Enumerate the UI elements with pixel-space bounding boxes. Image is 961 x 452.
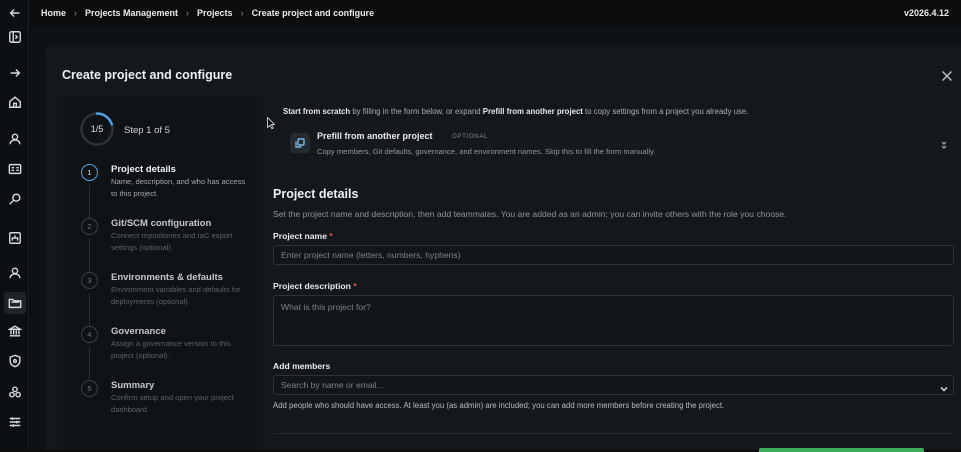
shield-icon[interactable] [7,353,23,369]
step-number: 4 [81,326,98,343]
progress-step-text: Step 1 of 5 [124,125,170,136]
form-content: Start from scratch by filling in the for… [273,97,961,450]
required-mark: * [353,281,356,291]
forward-icon[interactable] [7,65,23,81]
create-project-modal: Create project and configure 1/5 Step 1 … [45,45,961,450]
add-members-label: Add members [273,361,330,371]
step-description: Environment variables and defaults for d… [111,284,251,308]
required-mark: * [329,231,332,241]
stepper-panel: 1/5 Step 1 of 5 1 Project details Name, … [63,97,257,450]
step-description: Name, description, and who has access to… [111,176,251,200]
prefill-subtitle: Copy members, Git defaults, governance, … [317,147,655,156]
step-title: Git/SCM configuration [111,218,211,229]
breadcrumb-home[interactable]: Home [41,8,66,18]
step-title: Summary [111,380,154,391]
version-label: v2026.4.12 [904,8,949,18]
step-title: Governance [111,326,166,337]
breadcrumb-projects[interactable]: Projects [197,8,233,18]
label-text: Add members [273,361,330,371]
project-description-label: Project description * [273,281,357,291]
intro-prefill: Prefill from another project [483,107,583,116]
step-connector [89,347,90,381]
label-text: Project name [273,231,327,241]
project-name-label: Project name * [273,231,333,241]
back-icon[interactable] [7,5,23,21]
folders-icon[interactable] [4,292,26,314]
prefill-panel[interactable]: Prefill from another project OPTIONAL Co… [283,124,955,162]
chevron-right-icon: › [241,8,244,18]
step-number: 5 [81,380,98,397]
sliders-icon[interactable] [7,414,23,430]
modal-title: Create project and configure [62,68,232,82]
panel-toggle-icon[interactable] [7,29,23,45]
step-description: Assign a governance version to this proj… [111,338,251,362]
breadcrumb-projects-management[interactable]: Projects Management [85,8,178,18]
close-icon[interactable] [941,69,953,81]
step-title: Environments & defaults [111,272,223,283]
project-description-textarea[interactable] [273,295,954,346]
home-icon[interactable] [7,94,23,110]
bank-icon[interactable] [7,323,23,339]
cluster-icon[interactable] [7,384,23,400]
step-connector [89,185,90,219]
search-icon[interactable] [7,191,23,207]
optional-badge: OPTIONAL [452,133,488,140]
mouse-cursor-icon [267,117,275,129]
step-description: Confirm setup and open your project dash… [111,392,251,416]
intro-text: Start from scratch by filling in the for… [283,107,748,116]
project-name-input[interactable] [273,245,954,265]
chevron-right-icon: › [186,8,189,18]
step-number: 3 [81,272,98,289]
intro-part2: to copy settings from a project you alre… [583,107,749,116]
intro-part1: by filling in the form below, or expand [350,107,483,116]
step-number: 1 [81,164,98,181]
step-connector [89,239,90,273]
label-text: Project description [273,281,351,291]
step-number: 2 [81,218,98,235]
step-description: Connect repositories and IaC export sett… [111,230,251,254]
org-chart-icon[interactable] [7,230,23,246]
id-card-icon[interactable] [7,161,23,177]
prefill-title: Prefill from another project [317,131,433,141]
intro-scratch: Start from scratch [283,107,350,116]
step-title: Project details [111,164,176,175]
chevron-right-icon: › [74,8,77,18]
user-icon[interactable] [7,131,23,147]
section-title: Project details [273,187,358,201]
primary-button[interactable] [759,448,924,452]
expand-chevrons-icon[interactable] [939,137,949,147]
breadcrumb: Home › Projects Management › Projects › … [30,0,961,26]
members-search-input[interactable] [273,375,954,395]
chevron-down-icon[interactable] [939,381,949,391]
person-icon[interactable] [7,265,23,281]
breadcrumb-current: Create project and configure [252,8,375,18]
side-rail [0,0,29,450]
step-connector [89,293,90,327]
divider [273,433,954,434]
members-help-text: Add people who should have access. At le… [273,401,724,410]
section-description: Set the project name and description, th… [273,209,787,219]
progress-label: 1/5 [79,111,115,147]
add-members-select[interactable] [273,375,954,395]
copy-icon [290,133,310,153]
